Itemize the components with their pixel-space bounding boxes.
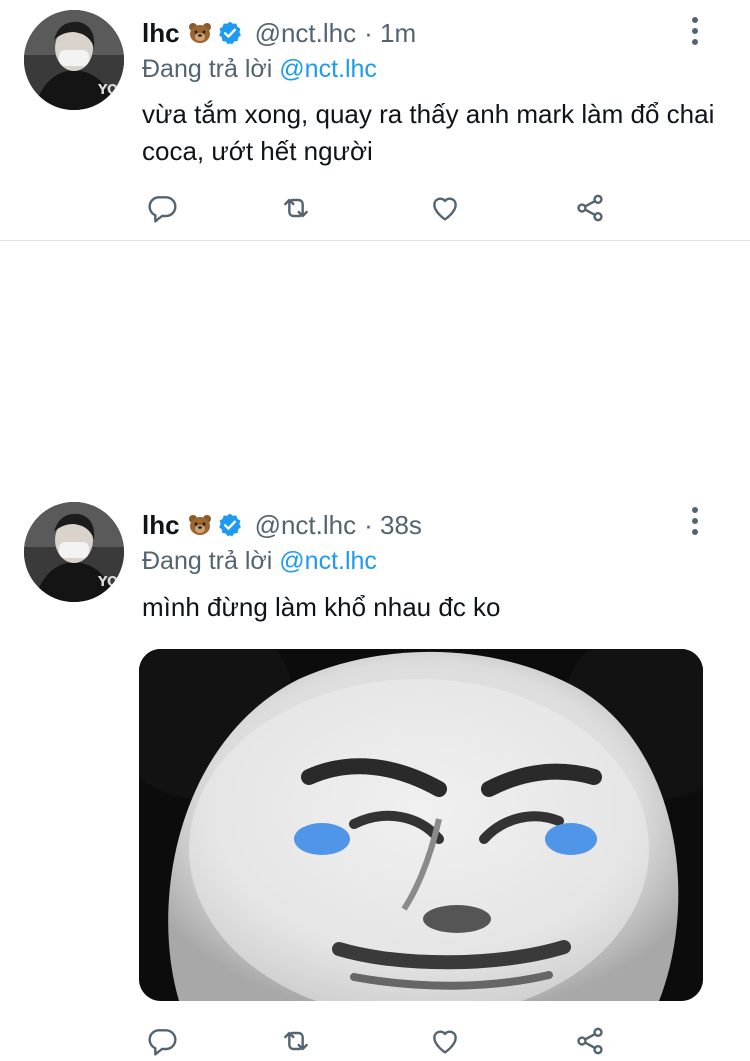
avatar[interactable]: YO	[24, 10, 124, 110]
tweet[interactable]: YO lhc @nct.lhc · 38s Đang trả lời @nct.…	[0, 241, 750, 1056]
timestamp[interactable]: · 1m	[364, 18, 416, 49]
retweet-icon	[284, 198, 308, 218]
tweet[interactable]: YO lhc @nct.lhc · 1m Đang trả lời @nct.l…	[0, 0, 750, 241]
tweet-actions	[142, 1021, 622, 1061]
retweet-button[interactable]	[276, 188, 316, 228]
reply-icon	[148, 1029, 177, 1056]
meme-face-drawing	[139, 649, 703, 1001]
bear-face-emoji	[188, 514, 212, 536]
share-button[interactable]	[570, 1021, 610, 1061]
like-icon	[433, 1030, 457, 1054]
tweet-text: mình đừng làm khổ nhau đc ko	[142, 592, 501, 622]
timestamp[interactable]: · 38s	[364, 510, 422, 541]
like-button[interactable]	[425, 188, 465, 228]
retweet-button[interactable]	[276, 1021, 316, 1061]
replying-prefix: Đang trả lời	[142, 55, 273, 83]
retweet-icon	[284, 1031, 308, 1051]
replying-prefix: Đang trả lời	[142, 547, 273, 575]
reply-button[interactable]	[142, 188, 182, 228]
replying-to: Đang trả lời @nct.lhc	[142, 55, 377, 84]
share-button[interactable]	[570, 188, 610, 228]
verified-badge-icon	[217, 20, 243, 46]
tweet-text: vừa tắm xong, quay ra thấy anh mark làm …	[142, 99, 715, 166]
share-icon	[577, 1027, 603, 1055]
tweet-header: lhc @nct.lhc · 38s	[142, 508, 422, 542]
avatar-image: YO	[24, 502, 124, 602]
tweet-header: lhc @nct.lhc · 1m	[142, 16, 416, 50]
meme-face-image[interactable]	[139, 649, 703, 1001]
like-icon	[433, 197, 457, 221]
mention-link[interactable]: @nct.lhc	[279, 55, 377, 83]
reply-button[interactable]	[142, 1021, 182, 1061]
display-name[interactable]: lhc	[142, 18, 180, 49]
reply-icon	[148, 196, 177, 223]
svg-text:YO: YO	[97, 575, 118, 590]
avatar-image: YO	[24, 10, 124, 110]
avatar[interactable]: YO	[24, 502, 124, 602]
tweet-actions	[142, 188, 622, 228]
display-name[interactable]: lhc	[142, 510, 180, 541]
share-icon	[577, 194, 603, 222]
user-handle[interactable]: @nct.lhc	[255, 18, 357, 49]
more-options-icon[interactable]	[683, 14, 707, 48]
replying-to: Đang trả lời @nct.lhc	[142, 547, 377, 576]
verified-badge-icon	[217, 512, 243, 538]
mention-link[interactable]: @nct.lhc	[279, 547, 377, 575]
svg-text:YO: YO	[97, 83, 118, 98]
more-options-icon[interactable]	[683, 504, 707, 538]
bear-face-emoji	[188, 22, 212, 44]
user-handle[interactable]: @nct.lhc	[255, 510, 357, 541]
like-button[interactable]	[425, 1021, 465, 1061]
